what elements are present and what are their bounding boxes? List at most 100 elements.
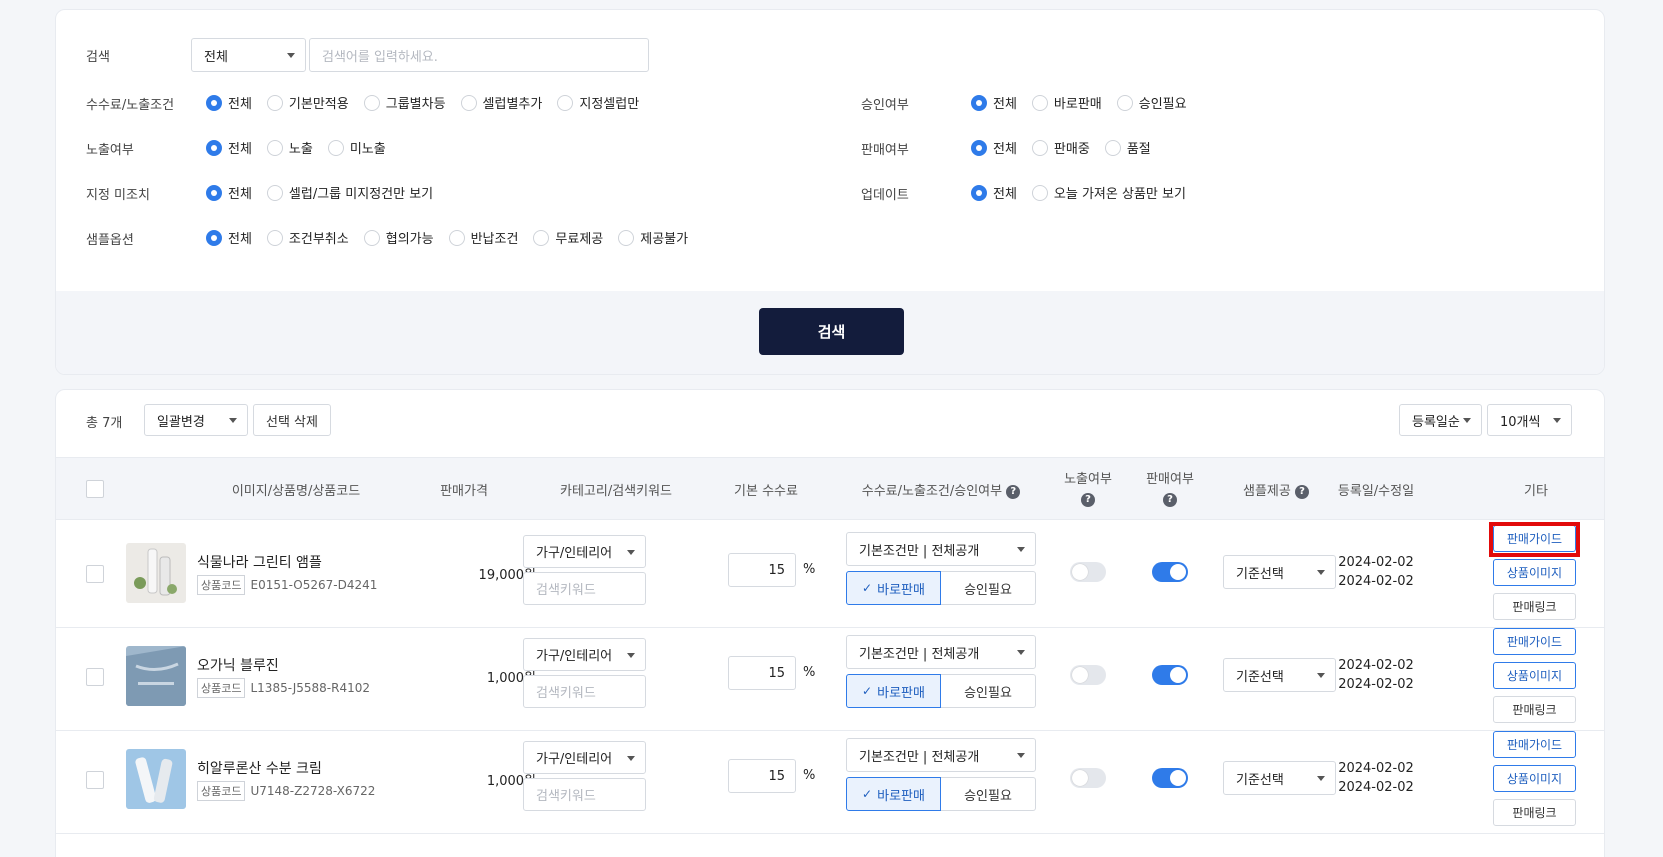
radio-sample-4[interactable]: 무료제공 [533,228,603,247]
search-label: 검색 [86,50,110,65]
radio-unassigned-1[interactable]: 셀럽/그룹 미지정건만 보기 [266,183,433,202]
radio-dot-icon [363,94,380,111]
product-image-button[interactable]: 상품이미지 [1493,765,1576,792]
product-image-button[interactable]: 상품이미지 [1493,662,1576,689]
delete-selected-button[interactable]: 선택 삭제 [253,404,331,436]
direct-sale-button[interactable]: ✓ 바로판매 [846,571,941,605]
search-scope-value: 전체 [204,49,228,65]
radio-fee_condition-4[interactable]: 지정셀럽만 [557,93,639,112]
radio-sample-3[interactable]: 반납조건 [448,228,518,247]
approval-required-button[interactable]: 승인필요 [941,674,1036,708]
radio-sample-2[interactable]: 협의가능 [363,228,434,247]
col-base-fee: 기본 수수료 [734,484,798,499]
exposure-toggle[interactable] [1070,665,1106,685]
approval-required-button[interactable]: 승인필요 [941,777,1036,811]
exposure-toggle[interactable] [1070,562,1106,582]
radio-exposure-2[interactable]: 미노출 [327,138,386,157]
product-name[interactable]: 식물나라 그린티 앰플 [197,552,322,572]
sale-toggle[interactable] [1152,768,1188,788]
sale-link-button[interactable]: 판매링크 [1493,593,1576,620]
registered-date: 2024-02-02 [1338,555,1414,570]
radio-dot-icon [206,139,222,156]
toggle-knob [1072,770,1088,786]
radio-update-1[interactable]: 오늘 가져온 상품만 보기 [1031,183,1186,202]
sale-link-button[interactable]: 판매링크 [1493,696,1576,723]
radio-fee_condition-2[interactable]: 그룹별차등 [363,93,446,112]
radio-sample-1[interactable]: 조건부취소 [266,228,349,247]
product-list-panel: 총 7개 일괄변경 선택 삭제 등록일순 10개씩 이미지/상품명/상품코드 판… [55,389,1605,857]
search-button[interactable]: 검색 [759,308,904,355]
condition-select[interactable]: 기본조건만 | 전체공개 [846,635,1036,669]
radio-exposure-0[interactable]: 전체 [206,138,252,157]
radio-sale-2[interactable]: 품절 [1104,138,1151,157]
sale-guide-button[interactable]: 판매가이드 [1493,628,1576,655]
keyword-input[interactable]: 검색키워드 [523,778,646,811]
check-icon: ✓ [862,581,873,595]
approval-required-label: 승인필요 [964,582,1012,598]
sale-guide-button[interactable]: 판매가이드 [1493,731,1576,758]
category-select[interactable]: 가구/인테리어 [523,638,646,671]
sort-select[interactable]: 등록일순 [1399,404,1482,436]
select-all-checkbox[interactable] [86,480,104,498]
registered-date: 2024-02-02 [1338,761,1414,776]
help-icon[interactable]: ? [1294,484,1309,499]
search-scope-select[interactable]: 전체 [191,38,306,72]
product-thumbnail[interactable] [126,646,186,706]
toggle-knob [1072,667,1088,683]
keyword-input[interactable]: 검색키워드 [523,675,646,708]
keyword-input[interactable]: 검색키워드 [523,572,646,605]
radio-exposure-1[interactable]: 노출 [266,138,313,157]
search-input[interactable]: 검색어를 입력하세요. [309,38,649,72]
row-checkbox[interactable] [86,668,104,686]
exposure-toggle[interactable] [1070,768,1106,788]
product-image-button[interactable]: 상품이미지 [1493,559,1576,586]
product-name[interactable]: 히알루론산 수분 크림 [197,758,322,778]
radio-fee_condition-3[interactable]: 셀럽별추가 [460,93,542,112]
radio-approval-2[interactable]: 승인필요 [1116,93,1187,112]
product-thumbnail[interactable] [126,749,186,809]
col-fee-condition: 수수료/노출조건/승인여부 ? [846,480,1036,499]
radio-dot-icon [206,184,222,201]
radio-unassigned-0[interactable]: 전체 [206,183,252,202]
row-checkbox[interactable] [86,771,104,789]
sale-link-button[interactable]: 판매링크 [1493,799,1576,826]
radio-dot-icon [206,94,222,111]
radio-sample-0[interactable]: 전체 [206,228,252,247]
radio-fee_condition-0[interactable]: 전체 [206,93,252,112]
category-select[interactable]: 가구/인테리어 [523,741,646,774]
condition-select[interactable]: 기본조건만 | 전체공개 [846,738,1036,772]
radio-group-sample: 전체 조건부취소 협의가능 반납조건 무료제공 제공불가 [206,228,703,247]
radio-fee_condition-1[interactable]: 기본만적용 [266,93,349,112]
base-fee-input[interactable]: 15 [728,656,796,690]
base-fee-input[interactable]: 15 [728,759,796,793]
direct-sale-button[interactable]: ✓ 바로판매 [846,674,941,708]
product-thumbnail[interactable] [126,543,186,603]
radio-approval-1[interactable]: 바로판매 [1031,93,1102,112]
radio-sale-0[interactable]: 전체 [971,138,1017,157]
table-row: 히알루론산 수분 크림 상품코드 U7148-Z2728-X6722 1,000… [56,726,1604,834]
radio-approval-0[interactable]: 전체 [971,93,1017,112]
radio-sample-5[interactable]: 제공불가 [618,228,688,247]
help-icon[interactable]: ? [1081,492,1095,507]
page-size-select[interactable]: 10개씩 [1487,404,1572,436]
product-code-value: U7148-Z2728-X6722 [250,784,376,798]
radio-group-update: 전체 오늘 가져온 상품만 보기 [971,183,1201,202]
row-checkbox[interactable] [86,565,104,583]
sale-toggle[interactable] [1152,665,1188,685]
condition-select[interactable]: 기본조건만 | 전체공개 [846,532,1036,566]
radio-update-0[interactable]: 전체 [971,183,1017,202]
radio-sale-1[interactable]: 판매중 [1031,138,1090,157]
help-icon[interactable]: ? [1163,492,1177,507]
radio-group-approval: 전체 바로판매 승인필요 [971,93,1202,112]
bulk-change-select[interactable]: 일괄변경 [144,404,248,436]
approval-required-button[interactable]: 승인필요 [941,571,1036,605]
radio-label: 승인필요 [1138,97,1187,112]
category-select[interactable]: 가구/인테리어 [523,535,646,568]
product-name[interactable]: 오가닉 블루진 [197,655,279,675]
direct-sale-button[interactable]: ✓ 바로판매 [846,777,941,811]
base-fee-input[interactable]: 15 [728,553,796,587]
product-code-tag: 상품코드 [197,575,246,595]
help-icon[interactable]: ? [1006,484,1021,499]
sale-toggle[interactable] [1152,562,1188,582]
product-code-value: L1385-J5588-R4102 [250,681,370,695]
